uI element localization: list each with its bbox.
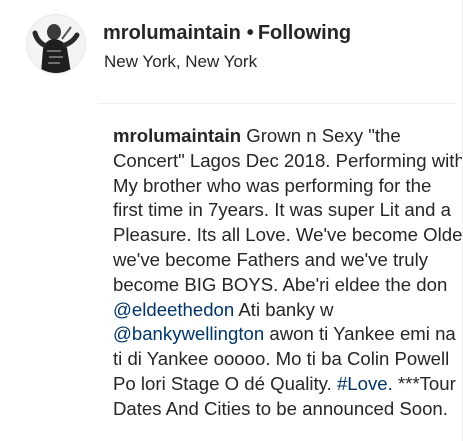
caption-line: Po lori Stage O dé Quality. #Love. ***To… bbox=[113, 372, 457, 397]
caption-line: @eldeethedon Ati banky w bbox=[113, 298, 457, 323]
location-link[interactable]: New York, New York bbox=[104, 50, 257, 74]
caption-text: ***Tour bbox=[392, 372, 456, 394]
caption-line: we've become Fathers and we've truly bbox=[113, 248, 429, 270]
username-link[interactable]: mrolumaintain bbox=[103, 22, 241, 44]
post-header: mrolumaintain • Following New York, New Yo… bbox=[0, 0, 463, 100]
avatar[interactable] bbox=[26, 14, 86, 74]
caption-line: mrolumaintain Grown n Sexy "the bbox=[113, 124, 457, 149]
separator-dot: • bbox=[246, 22, 254, 44]
caption-text: Po lori Stage O dé Quality. bbox=[113, 372, 332, 394]
caption-text: Ati banky w bbox=[234, 298, 334, 320]
header-user-line: mrolumaintain • Following bbox=[103, 19, 351, 47]
following-button[interactable]: Following bbox=[258, 22, 351, 44]
post-caption: mrolumaintain Grown n Sexy "the Concert"… bbox=[113, 124, 463, 422]
caption-line: Concert" Lagos Dec 2018. Performing with bbox=[113, 149, 463, 171]
hashtag-love-link[interactable]: #Love. bbox=[337, 373, 393, 394]
caption-text: Grown n Sexy "the bbox=[246, 125, 401, 146]
caption-line: Pleasure. Its all Love. We've become Old… bbox=[113, 224, 463, 246]
caption-line: first time in 7years. It was super Lit a… bbox=[113, 199, 451, 221]
mention-eldeethedon-link[interactable]: @eldeethedon bbox=[113, 299, 234, 320]
caption-author-link[interactable]: mrolumaintain bbox=[113, 125, 241, 146]
caption-line: ti di Yankee ooooo. Mo ti ba Colin Powel… bbox=[113, 348, 450, 370]
header-divider bbox=[98, 103, 455, 104]
mention-bankywellington-link[interactable]: @bankywellington bbox=[113, 323, 264, 344]
caption-line: Dates And Cities to be announced Soon. bbox=[113, 397, 448, 419]
user-avatar-icon bbox=[27, 15, 85, 73]
caption-line: My brother who was performing for the bbox=[113, 174, 432, 196]
caption-text: awon ti Yankee emi na bbox=[264, 323, 456, 345]
caption-line: @bankywellington awon ti Yankee emi na bbox=[113, 322, 457, 347]
caption-line: become BIG BOYS. Abe'ri eldee the don bbox=[113, 273, 448, 295]
